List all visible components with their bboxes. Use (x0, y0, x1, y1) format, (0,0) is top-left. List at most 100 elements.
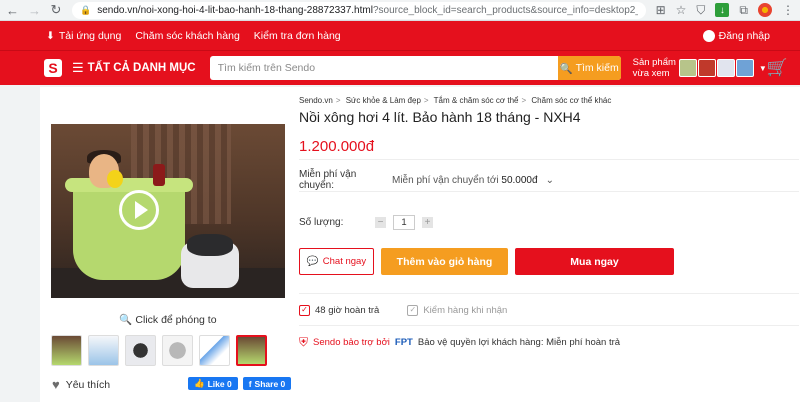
product-info: Sendo.vn > Sức khỏe & Làm đẹp > Tắm & chăm… (299, 87, 799, 402)
address-bar[interactable]: 🔒 sendo.vn/noi-xong-hoi-4-lit-bao-hanh-1… (72, 1, 646, 19)
chat-icon: 💬 (306, 256, 319, 267)
quantity-input[interactable]: 1 (393, 215, 415, 230)
recent-line-2: vừa xem (632, 68, 670, 79)
buy-now-button[interactable]: Mua ngay (515, 248, 674, 275)
recent-thumb[interactable] (716, 59, 735, 77)
facebook-share-button[interactable]: f Share 0 (242, 377, 292, 390)
favorite-label: Yêu thích (65, 378, 111, 391)
download-app-link[interactable]: ⬇ Tải ứng dụng (46, 30, 121, 42)
fpt-logo: FPT (394, 337, 413, 348)
profile-avatar-icon[interactable] (758, 3, 772, 17)
zoom-hint: 🔍 Click để phóng to (40, 313, 296, 326)
shipping-value-amount: 50.000đ (501, 174, 538, 186)
puzzle-icon[interactable]: ⧉ (739, 3, 748, 18)
checkbox-icon: ✓ (407, 305, 419, 316)
gallery-thumb[interactable] (162, 335, 193, 366)
cart-icon[interactable]: 🛒 (767, 58, 788, 78)
product-price: 1.200.000đ (299, 138, 375, 155)
fb-share-label: Share 0 (254, 378, 286, 389)
all-categories-button[interactable]: TẤT CẢ DANH MỤC (88, 62, 196, 74)
protected-by-label: Sendo bảo trợ bởi (313, 337, 390, 348)
recent-thumb[interactable] (697, 59, 716, 77)
gallery-thumb[interactable] (125, 335, 156, 366)
browser-toolbar: ← → ↻ 🔒 sendo.vn/noi-xong-hoi-4-lit-bao-… (0, 0, 800, 21)
url-text: sendo.vn/noi-xong-hoi-4-lit-bao-hanh-18-… (97, 5, 637, 16)
zoom-hint-label: Click để phóng to (135, 314, 217, 326)
shipping-value: Miễn phí vận chuyển tới 50.000đ (392, 175, 538, 186)
play-icon[interactable] (119, 190, 159, 230)
plus-icon[interactable]: + (422, 217, 433, 228)
download-extension-icon[interactable]: ↓ (715, 3, 730, 17)
search-button-label: Tìm kiếm (575, 62, 619, 74)
minus-icon[interactable]: − (375, 217, 386, 228)
divider (299, 293, 799, 294)
divider (299, 159, 799, 160)
gallery-thumb[interactable] (51, 335, 82, 366)
breadcrumb-item[interactable]: Sức khỏe & Làm đẹp (346, 96, 421, 105)
reload-icon[interactable]: ↻ (50, 2, 62, 18)
recent-thumb[interactable] (735, 59, 754, 77)
facebook-icon: f (248, 378, 252, 389)
back-icon[interactable]: ← (6, 3, 19, 18)
quantity-label: Số lượng: (299, 217, 344, 228)
chevron-down-icon[interactable]: ▼ (759, 64, 767, 73)
shipping-value-prefix: Miễn phí vận chuyển tới (392, 174, 499, 186)
favorite-button[interactable]: ♥ Yêu thích (52, 377, 110, 392)
recently-viewed-label: Sản phẩm vừa xem (633, 57, 676, 79)
recent-thumb[interactable] (678, 59, 697, 77)
search-input[interactable] (209, 62, 558, 74)
sendo-logo[interactable]: S (44, 59, 62, 77)
translate-icon[interactable]: ⊞ (656, 3, 666, 17)
recent-thumbnails (678, 59, 754, 77)
url-main: sendo.vn/noi-xong-hoi-4-lit-bao-hanh-18-… (97, 4, 373, 16)
gallery-thumb-active[interactable] (236, 335, 267, 366)
login-link[interactable]: Đăng nhập (702, 29, 770, 42)
customer-care-link[interactable]: Chăm sóc khách hàng (135, 30, 239, 42)
shipping-row: Miễn phí vận chuyển: Miễn phí vận chuyển… (299, 169, 554, 191)
shipping-label: Miễn phí vận chuyển: (299, 169, 357, 191)
gallery-thumb[interactable] (88, 335, 119, 366)
gallery-thumb[interactable] (199, 335, 230, 366)
download-icon: ⬇ (46, 29, 55, 42)
forward-icon[interactable]: → (28, 3, 41, 18)
product-page: 🔍 Click để phóng to ♥ Yêu thích 👍 Like 0 … (40, 87, 800, 402)
breadcrumb-item[interactable]: Sendo.vn (299, 96, 333, 105)
search-bar: 🔍 Tìm kiếm (209, 56, 621, 80)
chat-button[interactable]: 💬 Chat ngay (299, 248, 374, 275)
facebook-like-button[interactable]: 👍 Like 0 (188, 377, 238, 390)
search-button[interactable]: 🔍 Tìm kiếm (557, 56, 621, 80)
top-bar: ⬇ Tải ứng dụng Chăm sóc khách hàng Kiểm t… (0, 21, 800, 50)
social-buttons: 👍 Like 0 f Share 0 (188, 377, 292, 390)
add-to-cart-button[interactable]: Thêm vào giỏ hàng (381, 248, 508, 275)
shield-icon: ⛨ (299, 335, 309, 349)
main-header: S ☰ TẤT CẢ DANH MỤC 🔍 Tìm kiếm Sản phẩm … (0, 50, 800, 85)
shield-extension-icon[interactable]: ⛉ (696, 3, 705, 18)
product-video[interactable] (51, 124, 285, 298)
hamburger-icon[interactable]: ☰ (72, 60, 84, 76)
user-icon (702, 29, 715, 42)
product-title: Nồi xông hơi 4 lít. Bảo hành 18 tháng - … (299, 109, 581, 125)
download-app-label: Tải ứng dụng (58, 29, 122, 42)
thumbs-up-icon: 👍 (194, 378, 205, 388)
thumbnail-strip (51, 335, 267, 366)
order-check-link[interactable]: Kiểm tra đơn hàng (254, 30, 341, 42)
star-icon[interactable]: ☆ (676, 3, 687, 17)
recent-line-1: Sản phẩm (632, 57, 676, 68)
breadcrumb: Sendo.vn > Sức khỏe & Làm đẹp > Tắm & chăm… (299, 96, 612, 105)
promises-row: ✓ 48 giờ hoàn trả ✓ Kiểm hàng khi nhận (299, 305, 507, 316)
breadcrumb-item[interactable]: Tắm & chăm sóc cơ thể (434, 96, 519, 105)
fb-like-label: Like 0 (207, 378, 232, 389)
product-gallery: 🔍 Click để phóng to ♥ Yêu thích 👍 Like 0 … (40, 87, 296, 402)
divider (299, 325, 799, 326)
magnifier-icon: 🔍 (119, 314, 133, 326)
browser-extensions: ⊞ ☆ ⛉ ↓ ⧉ ⋮ (656, 3, 794, 18)
quantity-row: Số lượng: − 1 + (299, 215, 433, 230)
heart-icon: ♥ (52, 377, 60, 392)
breadcrumb-item[interactable]: Chăm sóc cơ thể khác (531, 96, 611, 105)
search-icon: 🔍 (559, 62, 573, 75)
chat-button-label: Chat ngay (322, 256, 367, 267)
chevron-down-icon[interactable]: ⌄ (546, 175, 554, 186)
divider (299, 191, 799, 192)
more-menu-icon[interactable]: ⋮ (782, 3, 794, 17)
protection-text: Bảo vệ quyền lợi khách hàng: Miễn phí ho… (417, 337, 621, 348)
